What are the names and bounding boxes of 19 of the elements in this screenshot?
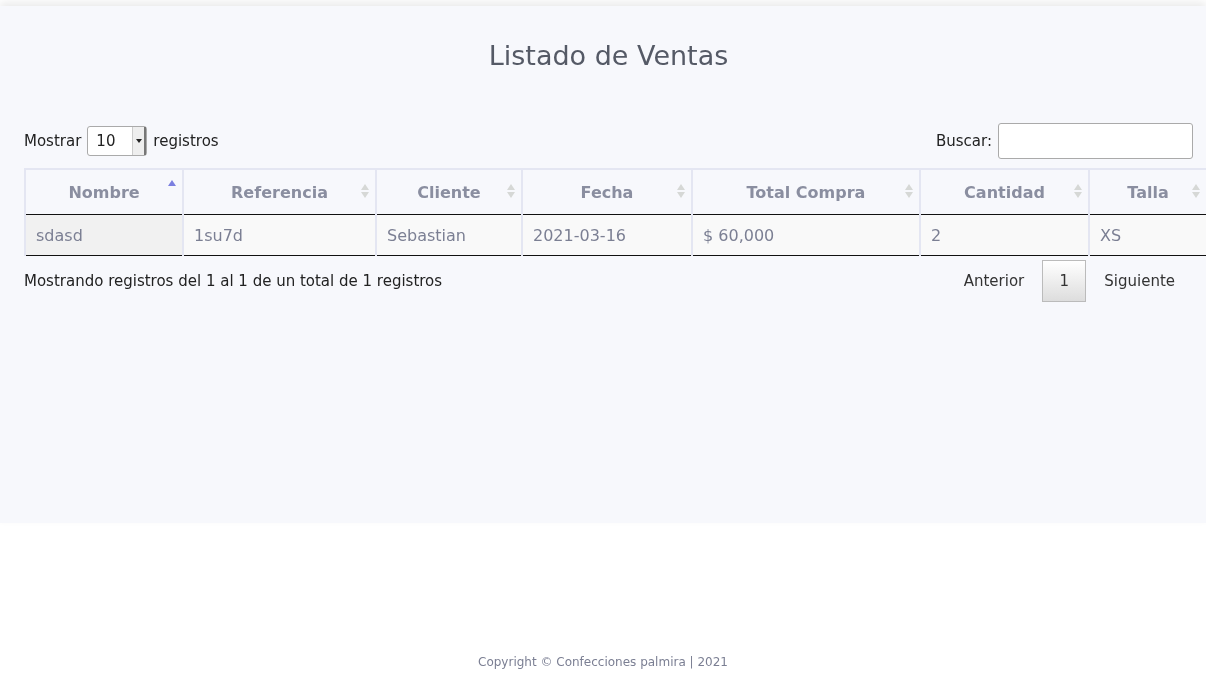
previous-link[interactable]: Anterior [945, 272, 1043, 290]
table-cell: $ 60,000 [692, 214, 920, 256]
footer-text: Copyright © Confecciones palmira | 2021 [478, 655, 728, 669]
next-link[interactable]: Siguiente [1086, 272, 1193, 290]
table-cell: Sebastian [376, 214, 522, 256]
table-cell: 1su7d [183, 214, 376, 256]
table-cell: 2 [920, 214, 1089, 256]
length-label: registros [153, 132, 219, 150]
search-field[interactable] [998, 123, 1193, 159]
table-cell: sdasd [25, 214, 183, 256]
table-info: Mostrando registros del 1 al 1 de un total de 1 registros [24, 272, 443, 290]
table-cell: XS [1089, 214, 1206, 256]
page-size-select[interactable]: 10 [87, 126, 148, 156]
table-cell: 2021-03-16 [522, 214, 692, 256]
search-label: Buscar: [936, 132, 992, 150]
caret-icon [135, 139, 142, 143]
page-title: Listado de Ventas [487, 39, 730, 73]
page-button[interactable]: 1 [1042, 260, 1087, 302]
length-label: Mostrar [24, 132, 82, 150]
